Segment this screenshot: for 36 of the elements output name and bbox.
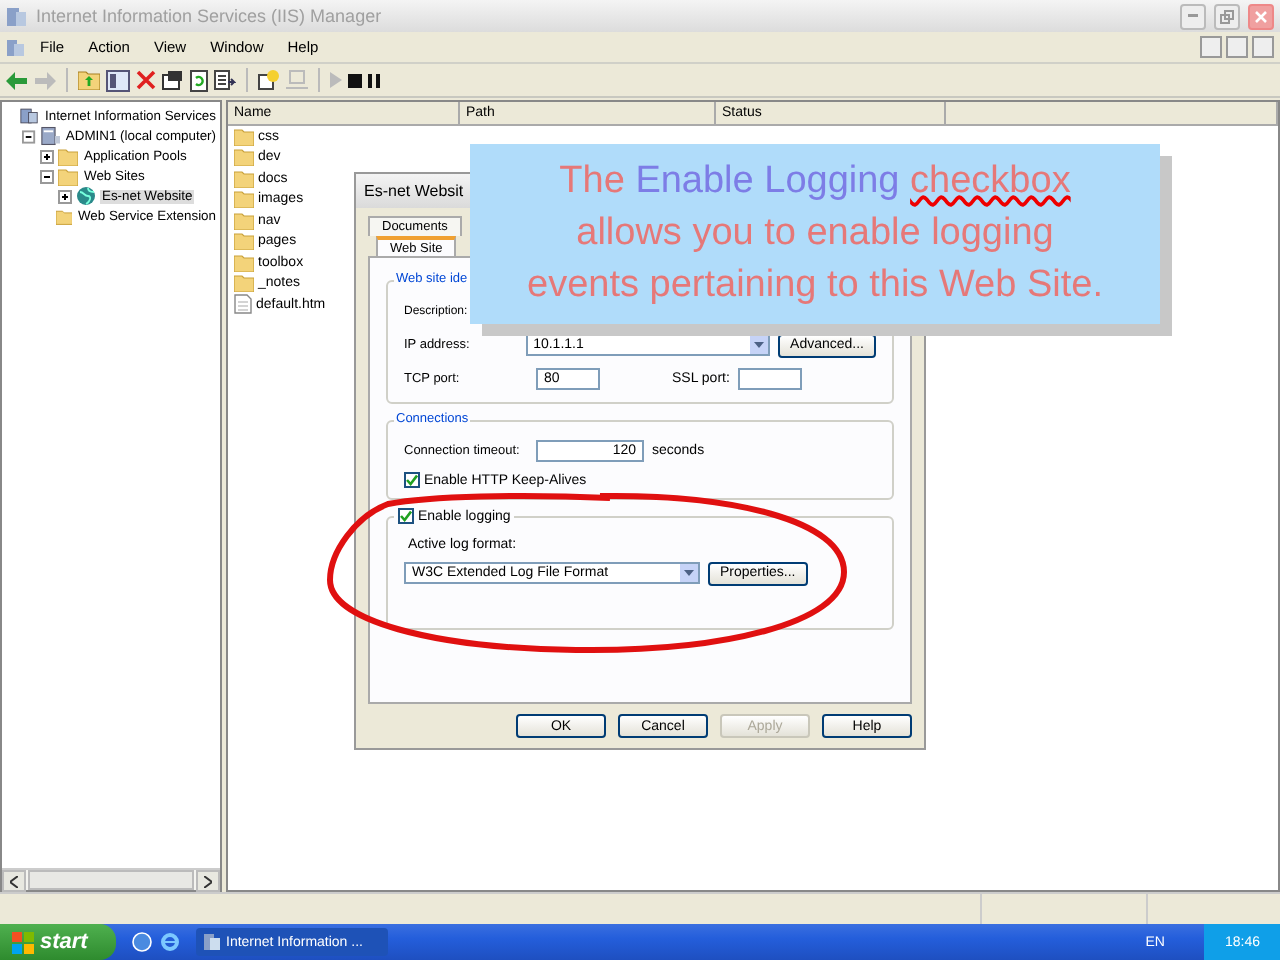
server-icon xyxy=(20,106,39,126)
caret-icon xyxy=(754,342,765,348)
scroll-right-icon[interactable] xyxy=(204,875,212,887)
tree-pane-icon[interactable] xyxy=(106,69,130,91)
window-title: Internet Information Services (IIS) Manager xyxy=(36,6,384,26)
folder-icon xyxy=(55,207,72,225)
browser-icon[interactable] xyxy=(160,932,180,952)
dialog-title: Es-net Websit xyxy=(364,182,464,200)
collapse-icon[interactable] xyxy=(22,129,36,143)
caret-icon xyxy=(684,570,694,576)
delete-icon[interactable] xyxy=(136,70,156,90)
expand-icon[interactable] xyxy=(58,189,72,203)
checkbox[interactable] xyxy=(404,472,420,488)
minimize-icon xyxy=(1188,14,1198,18)
ssl-port-field[interactable] xyxy=(737,368,802,390)
scroll-left-icon[interactable] xyxy=(10,875,18,887)
restore-icon xyxy=(1220,9,1234,23)
app-icon xyxy=(6,37,26,57)
callout-text: The Enable Logging checkbox allows you to enable logging events pertaining to this Web Site. xyxy=(527,158,1103,310)
back-icon[interactable] xyxy=(6,71,28,89)
file-icon xyxy=(234,294,252,315)
refresh-icon[interactable] xyxy=(190,69,208,91)
check-icon xyxy=(400,510,412,522)
windows-flag-icon xyxy=(12,931,34,953)
horizontal-scrollbar[interactable] xyxy=(2,868,220,890)
collapse-icon[interactable] xyxy=(40,169,54,183)
checkbox[interactable] xyxy=(398,508,414,524)
properties-icon[interactable] xyxy=(162,70,184,90)
app-icon xyxy=(204,934,220,950)
close-icon xyxy=(1254,9,1268,23)
app-icon xyxy=(6,5,28,27)
pause-icon[interactable] xyxy=(368,73,380,87)
export-list-icon[interactable] xyxy=(214,70,236,90)
check-icon xyxy=(406,474,418,486)
expand-icon[interactable] xyxy=(40,149,54,163)
stop-icon[interactable] xyxy=(348,73,362,87)
